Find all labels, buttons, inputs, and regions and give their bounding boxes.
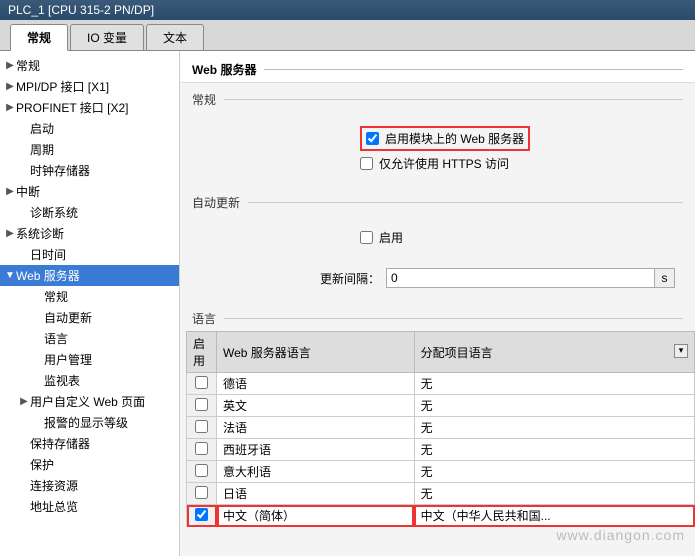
row-projlang: 无 [414,461,694,483]
label-enable-web: 启用模块上的 Web 服务器 [385,130,524,147]
tree-addrsum[interactable]: 地址总览 [0,496,179,517]
row-projlang: 无 [414,373,694,395]
table-row[interactable]: 中文（简体）中文（中华人民共和国... [187,505,695,527]
tree-ws-autoupd[interactable]: 自动更新 [0,307,179,328]
row-wslang: 德语 [217,373,415,395]
col-wslang: Web 服务器语言 [217,332,415,373]
row-projlang: 无 [414,439,694,461]
tab-text[interactable]: 文本 [146,24,204,50]
tree-ws-general[interactable]: 常规 [0,286,179,307]
tree-mpidp[interactable]: ▶MPI/DP 接口 [X1] [0,76,179,97]
section-general: 常规 [180,83,695,112]
table-row[interactable]: 日语无 [187,483,695,505]
nav-tree: ▶常规 ▶MPI/DP 接口 [X1] ▶PROFINET 接口 [X2] 启动… [0,51,180,556]
tree-retmem[interactable]: 保持存储器 [0,433,179,454]
table-row[interactable]: 西班牙语无 [187,439,695,461]
tree-datetime[interactable]: 日时间 [0,244,179,265]
tab-general[interactable]: 常规 [10,24,68,51]
table-row[interactable]: 法语无 [187,417,695,439]
row-wslang: 法语 [217,417,415,439]
section-lang: 语言 [180,302,695,331]
row-wslang: 西班牙语 [217,439,415,461]
row-enable-checkbox[interactable] [195,464,208,477]
dropdown-icon[interactable]: ▾ [674,344,688,358]
row-wslang: 日语 [217,483,415,505]
section-autoupd: 自动更新 [180,186,695,215]
row-projlang: 无 [414,395,694,417]
checkbox-enable-web[interactable] [366,132,379,145]
checkbox-https-only[interactable] [360,157,373,170]
tree-ws-userpages[interactable]: ▶用户自定义 Web 页面 [0,391,179,412]
chevron-right-icon: ▶ [4,228,16,239]
row-enable-checkbox[interactable] [195,486,208,499]
row-enable-checkbox[interactable] [195,376,208,389]
tab-iovars[interactable]: IO 变量 [70,24,144,50]
tree-interrupt[interactable]: ▶中断 [0,181,179,202]
highlight-enable-web: 启用模块上的 Web 服务器 [360,126,530,151]
chevron-right-icon: ▶ [4,81,16,92]
tree-cycle[interactable]: 周期 [0,139,179,160]
row-enable-checkbox[interactable] [195,508,208,521]
col-enable: 启用 [187,332,217,373]
row-wslang: 中文（简体） [217,505,415,527]
row-projlang: 中文（中华人民共和国... [414,505,694,527]
row-projlang: 无 [414,417,694,439]
tree-general[interactable]: ▶常规 [0,55,179,76]
tree-ws-alarmlvl[interactable]: 报警的显示等级 [0,412,179,433]
window-title: PLC_1 [CPU 315-2 PN/DP] [0,0,695,20]
tree-protect[interactable]: 保护 [0,454,179,475]
label-interval: 更新间隔： [300,270,380,287]
col-projlang: 分配项目语言▾ [414,332,694,373]
chevron-right-icon: ▶ [4,60,16,71]
table-row[interactable]: 意大利语无 [187,461,695,483]
tree-startup[interactable]: 启动 [0,118,179,139]
tree-profinet[interactable]: ▶PROFINET 接口 [X2] [0,97,179,118]
row-enable-checkbox[interactable] [195,442,208,455]
tree-webserver[interactable]: ▼Web 服务器 [0,265,179,286]
row-enable-checkbox[interactable] [195,420,208,433]
chevron-right-icon: ▶ [18,396,30,407]
label-interval-unit: s [655,268,675,288]
tab-bar: 常规 IO 变量 文本 [0,20,695,51]
page-title: Web 服务器 [180,51,695,83]
row-projlang: 无 [414,483,694,505]
tree-ws-watch[interactable]: 监视表 [0,370,179,391]
tree-connres[interactable]: 连接资源 [0,475,179,496]
chevron-right-icon: ▶ [4,186,16,197]
input-interval[interactable] [386,268,655,288]
tree-clockmem[interactable]: 时钟存储器 [0,160,179,181]
tree-ws-lang[interactable]: 语言 [0,328,179,349]
table-row[interactable]: 德语无 [187,373,695,395]
main-panel: Web 服务器 常规 启用模块上的 Web 服务器 仅允许使用 HTTPS 访问… [180,51,695,556]
checkbox-autoupd-enable[interactable] [360,231,373,244]
chevron-right-icon: ▶ [4,102,16,113]
tree-ws-usermgmt[interactable]: 用户管理 [0,349,179,370]
table-row[interactable]: 英文无 [187,395,695,417]
language-table: 启用 Web 服务器语言 分配项目语言▾ 德语无英文无法语无西班牙语无意大利语无… [186,331,695,527]
chevron-down-icon: ▼ [4,270,16,281]
tree-diagsys[interactable]: 诊断系统 [0,202,179,223]
label-https-only: 仅允许使用 HTTPS 访问 [379,155,509,172]
row-wslang: 英文 [217,395,415,417]
label-autoupd-enable: 启用 [379,229,403,246]
row-enable-checkbox[interactable] [195,398,208,411]
tree-sysdiag[interactable]: ▶系统诊断 [0,223,179,244]
row-wslang: 意大利语 [217,461,415,483]
